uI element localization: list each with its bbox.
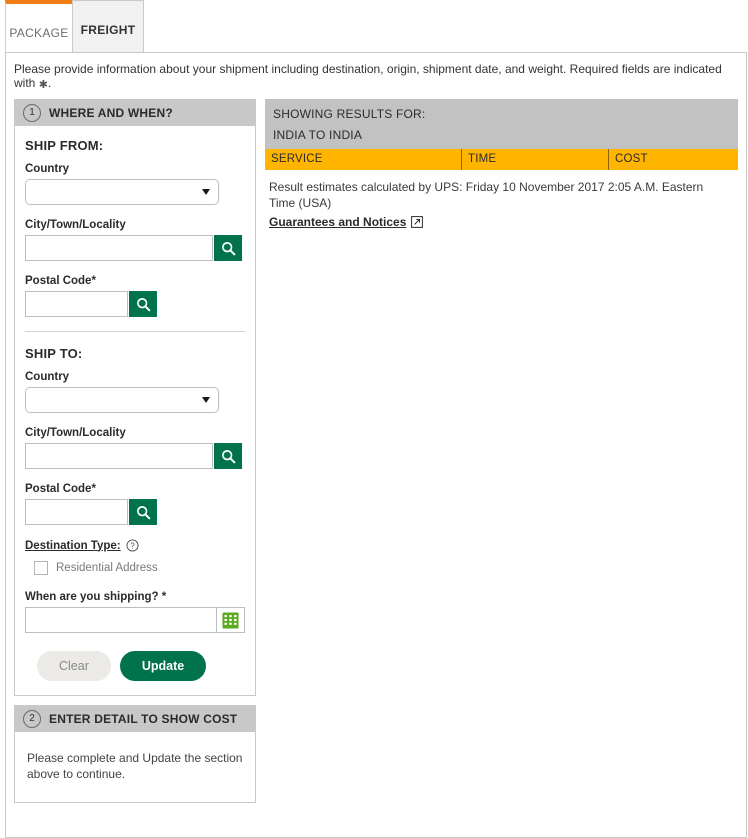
search-icon	[136, 297, 150, 311]
content-frame: Please provide information about your sh…	[5, 52, 747, 838]
ups-shipping-calculator: PACKAGE FREIGHT Please provide informati…	[0, 0, 748, 838]
ship-from-city-label: City/Town/Locality	[25, 219, 126, 231]
residential-address-row[interactable]: Residential Address	[34, 561, 245, 575]
search-icon	[221, 449, 235, 463]
tab-bar: PACKAGE FREIGHT	[0, 0, 748, 54]
destination-type-row: Destination Type: ?	[25, 539, 245, 552]
update-button[interactable]: Update	[119, 651, 207, 681]
residential-address-label: Residential Address	[56, 562, 158, 574]
clear-button[interactable]: Clear	[37, 651, 111, 681]
tab-package-label: PACKAGE	[9, 26, 69, 40]
ship-to-city-input[interactable]	[25, 443, 213, 469]
ship-to-postal-label: Postal Code*	[25, 483, 96, 495]
external-link-icon	[411, 216, 424, 228]
step1-title: WHERE AND WHEN?	[49, 105, 173, 120]
shipping-date-input[interactable]	[25, 607, 218, 633]
chevron-down-icon	[202, 397, 210, 403]
step2-panel: 2 ENTER DETAIL TO SHOW COST Please compl…	[14, 705, 256, 803]
intro-period: .	[47, 76, 52, 90]
column-header-cost: COST	[615, 153, 648, 165]
ship-to-postal-search-button[interactable]	[129, 499, 157, 525]
results-route: INDIA TO INDIA	[273, 128, 363, 142]
ship-from-city-search-button[interactable]	[214, 235, 242, 261]
step2-message: Please complete and Update the section a…	[27, 751, 243, 781]
ship-to-country-label: Country	[25, 371, 70, 383]
step1-panel: 1 WHERE AND WHEN? SHIP FROM: Country Cit…	[14, 99, 256, 696]
step2-header: 2 ENTER DETAIL TO SHOW COST	[15, 706, 255, 732]
tab-package[interactable]: PACKAGE	[5, 0, 72, 54]
date-picker-button[interactable]	[217, 607, 245, 633]
step1-number: 1	[23, 103, 41, 122]
tab-freight[interactable]: FREIGHT	[72, 0, 144, 52]
ship-from-country-select[interactable]	[25, 179, 219, 205]
ship-from-postal-row	[25, 291, 245, 317]
step2-number: 2	[23, 709, 41, 728]
column-header-service: SERVICE	[265, 149, 462, 170]
ship-from-postal-label: Postal Code*	[25, 275, 96, 287]
intro-text: Please provide information about your sh…	[6, 53, 746, 99]
ship-to-city-row	[25, 443, 245, 469]
guarantees-and-notices[interactable]: Guarantees and Notices	[265, 215, 424, 229]
ship-to-postal-row	[25, 499, 245, 525]
tab-freight-label: FREIGHT	[80, 22, 136, 37]
form-actions: Clear Update	[25, 651, 245, 681]
ship-to-city-label: City/Town/Locality	[25, 427, 126, 439]
main-columns: 1 WHERE AND WHEN? SHIP FROM: Country Cit…	[6, 99, 746, 803]
ship-from-heading: SHIP FROM:	[25, 138, 104, 153]
ship-to-heading: SHIP TO:	[25, 346, 83, 361]
results-showing-label: SHOWING RESULTS FOR:	[273, 107, 426, 121]
results-calculation-note: Result estimates calculated by UPS: Frid…	[269, 180, 704, 210]
required-field-marker-icon: ✱	[38, 79, 48, 91]
ship-to-city-search-button[interactable]	[214, 443, 242, 469]
destination-type-label: Destination Type:	[25, 539, 121, 552]
ship-from-postal-input[interactable]	[25, 291, 128, 317]
left-column: 1 WHERE AND WHEN? SHIP FROM: Country Cit…	[14, 99, 256, 803]
ship-from-city-input[interactable]	[25, 235, 213, 261]
guarantees-link[interactable]: Guarantees and Notices	[269, 215, 406, 229]
search-icon	[221, 241, 235, 255]
svg-text:?: ?	[130, 542, 135, 551]
ship-to-postal-input[interactable]	[25, 499, 128, 525]
ship-to-country-select[interactable]	[25, 387, 219, 413]
search-icon	[136, 505, 150, 519]
residential-address-checkbox[interactable]	[34, 561, 48, 575]
section-divider	[25, 331, 245, 332]
shipping-date-row	[25, 607, 245, 633]
info-icon[interactable]: ?	[126, 539, 139, 552]
chevron-down-icon	[202, 189, 210, 195]
results-header: SHOWING RESULTS FOR: INDIA TO INDIA	[265, 99, 738, 149]
ship-from-city-row	[25, 235, 245, 261]
shipping-date-label: When are you shipping? *	[25, 591, 167, 603]
step1-body: SHIP FROM: Country City/Town/Locality Po…	[15, 126, 255, 695]
calendar-icon	[222, 611, 239, 629]
results-column: SHOWING RESULTS FOR: INDIA TO INDIA SERV…	[265, 99, 738, 229]
step1-header: 1 WHERE AND WHEN?	[15, 100, 255, 126]
column-header-time: TIME	[462, 149, 609, 170]
results-table-header: SERVICE TIME COST	[265, 149, 738, 170]
intro-sentence: Please provide information about your sh…	[14, 62, 722, 90]
ship-from-country-label: Country	[25, 163, 70, 175]
step2-title: ENTER DETAIL TO SHOW COST	[49, 711, 238, 726]
ship-from-postal-search-button[interactable]	[129, 291, 157, 317]
